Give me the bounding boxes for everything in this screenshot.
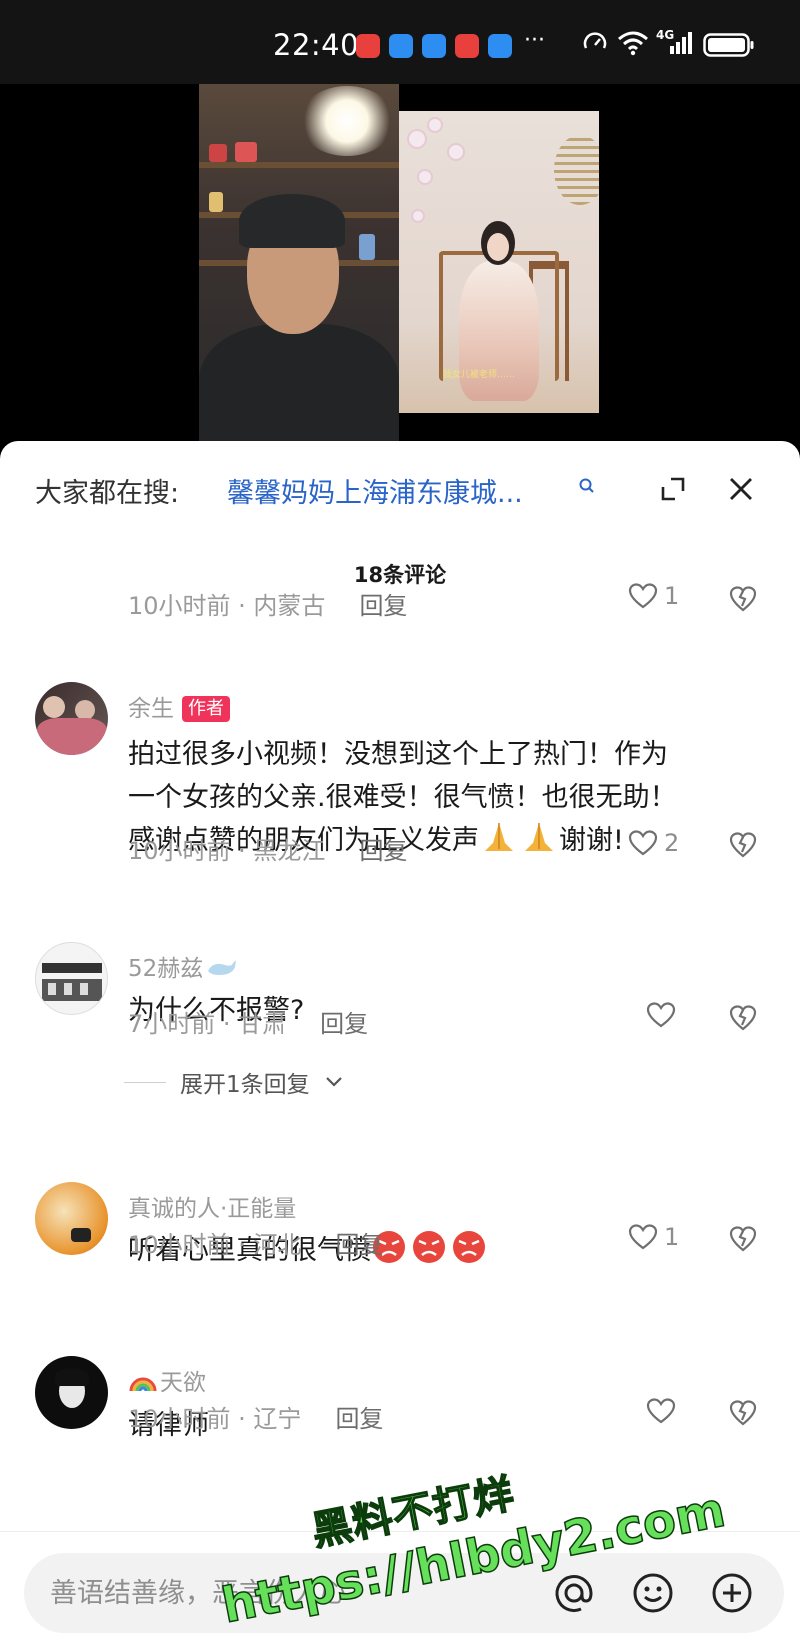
comment-author[interactable]: 真诚的人·正能量 [128,1189,296,1223]
close-icon[interactable] [724,472,758,506]
comment-panel: 大家都在搜: 馨馨妈妈上海浦东康城... 18条评论 10小时前 · 内蒙古 回复… [0,441,800,1648]
mention-icon[interactable] [550,1569,598,1617]
video-player[interactable]: 我女儿被老师…… [0,84,800,444]
reply-button[interactable]: 回复 [335,1405,383,1433]
avatar[interactable] [35,682,108,755]
angry-face-icon [373,1231,485,1263]
chevron-down-icon [325,1077,342,1087]
comment-author[interactable]: 天欲 [128,1363,206,1397]
expand-icon[interactable] [657,473,689,505]
heart-icon [646,1398,676,1424]
comment-meta: 7小时前 · 甘肃 回复 [128,1010,369,1038]
search-icon[interactable] [578,477,596,495]
avatar[interactable] [35,942,108,1015]
heart-icon [628,1224,658,1250]
like-count: 1 [664,582,680,610]
emoji-icon[interactable] [629,1569,677,1617]
avatar[interactable] [35,1356,108,1429]
whale-icon [208,960,237,975]
signal-icon [670,32,692,54]
clock: 22:40 [273,28,360,62]
wifi-icon [618,31,648,56]
reply-button[interactable]: 回复 [320,1010,368,1038]
comment-author[interactable]: 余生 作者 [128,689,230,723]
shield-blue-icon [422,34,446,58]
comment-count: 18条评论 [353,563,447,587]
app-red-icon [356,34,380,58]
app-red-icon [455,34,479,58]
battery-icon [703,33,754,57]
browser-blue-icon [488,34,512,58]
like-count: 2 [664,829,680,857]
dislike-icon[interactable] [728,1003,758,1033]
heart-icon [628,830,658,856]
heart-icon [646,1002,676,1028]
speed-icon [583,32,607,49]
expand-replies-button[interactable]: 展开1条回复 [124,1065,344,1099]
reply-button[interactable]: 回复 [359,592,407,620]
like-button[interactable] [646,1397,682,1425]
reply-button[interactable]: 回复 [335,1231,383,1259]
add-icon[interactable] [708,1569,756,1617]
like-count: 1 [664,1223,680,1251]
author-badge: 作者 [182,696,230,722]
dislike-icon[interactable] [728,1224,758,1254]
trending-search-label: 大家都在搜: [35,478,180,509]
like-button[interactable]: 1 [628,1223,679,1251]
like-button[interactable] [646,1001,682,1029]
dislike-icon[interactable] [728,830,758,860]
comment-meta: 10小时前 · 黑龙江 回复 [128,837,408,865]
dislike-icon[interactable] [728,1398,758,1428]
heart-icon [628,583,658,609]
video-frame-father [199,84,399,444]
video-caption: 我女儿被老师…… [443,370,516,380]
avatar[interactable] [35,1182,108,1255]
comment-meta: 10小时前 · 辽宁 回复 [128,1405,384,1433]
like-button[interactable]: 2 [628,829,679,857]
trending-search-link[interactable]: 馨馨妈妈上海浦东康城... [227,471,523,510]
video-frame-daughter: 我女儿被老师…… [399,111,599,413]
notification-icons [356,34,512,58]
reply-button[interactable]: 回复 [359,837,407,865]
like-button[interactable]: 1 [628,582,679,610]
comment-author[interactable]: 52赫兹 [128,949,239,983]
rainbow-icon [129,1377,157,1392]
more-notifications-icon: ··· [524,28,545,53]
message-blue-icon [389,34,413,58]
dislike-icon[interactable] [728,584,758,614]
comment-meta: 10小时前 · 河北 回复 [128,1231,384,1259]
status-bar: 22:40 ··· 4G [0,0,800,84]
praying-hands-icon [485,823,553,851]
comment-meta: 10小时前 · 内蒙古 回复 [128,592,408,620]
trending-search: 大家都在搜: 馨馨妈妈上海浦东康城... [35,469,765,509]
